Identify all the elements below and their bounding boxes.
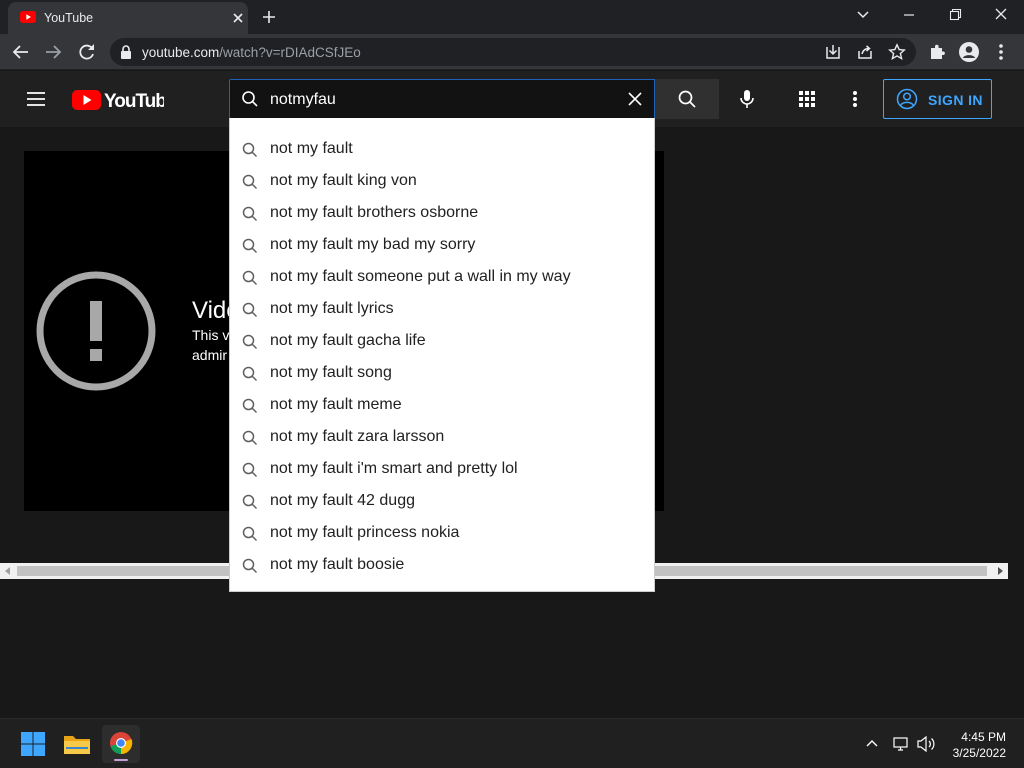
tab-title: YouTube bbox=[44, 11, 94, 25]
suggestion-text: not my fault lyrics bbox=[270, 300, 394, 317]
suggestion-text: not my fault i'm smart and pretty lol bbox=[270, 460, 518, 477]
suggestion-search-icon bbox=[242, 398, 258, 414]
suggestion-text: not my fault princess nokia bbox=[270, 524, 460, 541]
account-circle-icon bbox=[896, 88, 918, 110]
suggestion-search-icon bbox=[242, 302, 258, 318]
url-path: /watch?v=rDIAdCSfJEo bbox=[219, 45, 361, 60]
suggestion-text: not my fault bbox=[270, 140, 353, 157]
extensions-puzzle-icon[interactable] bbox=[926, 41, 948, 63]
youtube-logo[interactable]: YouTube bbox=[72, 89, 164, 111]
suggestion-item[interactable]: not my fault song bbox=[230, 358, 654, 390]
suggestion-text: not my fault someone put a wall in my wa… bbox=[270, 268, 571, 285]
chrome-icon[interactable] bbox=[102, 725, 140, 763]
settings-menu-icon[interactable] bbox=[844, 88, 866, 110]
suggestion-item[interactable]: not my fault brothers osborne bbox=[230, 198, 654, 230]
suggestion-item[interactable]: not my fault zara larsson bbox=[230, 422, 654, 454]
install-app-icon[interactable] bbox=[824, 43, 842, 61]
clear-search-icon[interactable] bbox=[626, 90, 644, 108]
search-button[interactable] bbox=[655, 79, 719, 119]
suggestion-search-icon bbox=[242, 526, 258, 542]
search-suggestions-dropdown: not my fault not my fault king von not my … bbox=[229, 118, 655, 592]
apps-grid-icon[interactable] bbox=[796, 88, 818, 110]
back-arrow-icon[interactable] bbox=[10, 41, 32, 63]
suggestion-search-icon bbox=[242, 430, 258, 446]
suggestion-item[interactable]: not my fault i'm smart and pretty lol bbox=[230, 454, 654, 486]
suggestion-item[interactable]: not my fault bbox=[230, 134, 654, 166]
file-explorer-icon[interactable] bbox=[60, 727, 94, 761]
suggestion-item[interactable]: not my fault someone put a wall in my wa… bbox=[230, 262, 654, 294]
new-tab-icon[interactable] bbox=[260, 8, 278, 26]
suggestion-text: not my fault 42 dugg bbox=[270, 492, 415, 509]
scroll-left-arrow-icon[interactable] bbox=[4, 567, 12, 575]
suggestion-item[interactable]: not my fault my bad my sorry bbox=[230, 230, 654, 262]
profile-avatar-icon[interactable] bbox=[958, 41, 980, 63]
suggestion-search-icon bbox=[242, 334, 258, 350]
minimize-icon[interactable] bbox=[898, 6, 920, 24]
suggestion-search-icon bbox=[242, 558, 258, 574]
browser-tab[interactable]: YouTube bbox=[8, 2, 248, 34]
suggestion-text: not my fault meme bbox=[270, 396, 402, 413]
lock-icon[interactable] bbox=[120, 45, 132, 59]
show-hidden-icons-chevron-icon[interactable] bbox=[864, 736, 880, 752]
player-error-message-line2: admir bbox=[192, 347, 228, 363]
address-bar[interactable]: youtube.com/watch?v=rDIAdCSfJEo bbox=[110, 38, 916, 66]
restore-icon[interactable] bbox=[944, 6, 966, 24]
suggestion-item[interactable]: not my fault lyrics bbox=[230, 294, 654, 326]
suggestion-search-icon bbox=[242, 238, 258, 254]
suggestion-search-icon bbox=[242, 206, 258, 222]
search-box[interactable] bbox=[229, 79, 655, 119]
search-input[interactable] bbox=[270, 89, 610, 111]
suggestion-search-icon bbox=[242, 462, 258, 478]
search-submit-icon bbox=[677, 89, 697, 109]
suggestion-search-icon bbox=[242, 174, 258, 190]
volume-icon[interactable] bbox=[916, 735, 936, 753]
suggestion-search-icon bbox=[242, 142, 258, 158]
suggestion-text: not my fault zara larsson bbox=[270, 428, 445, 445]
windows-taskbar: 4:45 PM 3/25/2022 bbox=[0, 718, 1024, 768]
chrome-menu-icon[interactable] bbox=[990, 41, 1012, 63]
url-host: youtube.com bbox=[142, 45, 220, 60]
sign-in-label: SIGN IN bbox=[928, 92, 983, 108]
tab-search-chevron-icon[interactable] bbox=[852, 6, 874, 24]
suggestion-item[interactable]: not my fault 42 dugg bbox=[230, 486, 654, 518]
player-error-message-line1: This v bbox=[192, 327, 230, 343]
suggestion-item[interactable]: not my fault king von bbox=[230, 166, 654, 198]
search-icon bbox=[241, 90, 259, 108]
clock-date[interactable]: 3/25/2022 bbox=[940, 746, 1006, 760]
bookmark-star-icon[interactable] bbox=[888, 43, 906, 61]
microphone-icon[interactable] bbox=[736, 88, 758, 110]
suggestion-text: not my fault gacha life bbox=[270, 332, 426, 349]
browser-toolbar: youtube.com/watch?v=rDIAdCSfJEo bbox=[0, 34, 1024, 70]
browser-title-bar: YouTube bbox=[0, 0, 1024, 34]
network-icon[interactable] bbox=[892, 735, 910, 753]
forward-arrow-icon[interactable] bbox=[42, 41, 64, 63]
url-text[interactable]: youtube.com/watch?v=rDIAdCSfJEo bbox=[142, 45, 361, 60]
suggestion-item[interactable]: not my fault gacha life bbox=[230, 326, 654, 358]
suggestion-item[interactable]: not my fault boosie bbox=[230, 550, 654, 582]
windows-start-icon[interactable] bbox=[16, 727, 50, 761]
youtube-logo-text: YouTube bbox=[104, 91, 164, 111]
scroll-right-arrow-icon[interactable] bbox=[996, 567, 1004, 575]
hamburger-menu-icon[interactable] bbox=[24, 87, 48, 111]
suggestion-search-icon bbox=[242, 270, 258, 286]
suggestion-text: not my fault king von bbox=[270, 172, 417, 189]
suggestion-search-icon bbox=[242, 366, 258, 382]
suggestion-search-icon bbox=[242, 494, 258, 510]
suggestion-text: not my fault boosie bbox=[270, 556, 405, 573]
suggestion-text: not my fault brothers osborne bbox=[270, 204, 479, 221]
tab-close-icon[interactable] bbox=[230, 10, 246, 26]
suggestion-item[interactable]: not my fault meme bbox=[230, 390, 654, 422]
youtube-favicon-icon bbox=[20, 11, 36, 23]
suggestion-text: not my fault my bad my sorry bbox=[270, 236, 476, 253]
share-icon[interactable] bbox=[856, 43, 874, 61]
suggestion-item[interactable]: not my fault princess nokia bbox=[230, 518, 654, 550]
reload-icon[interactable] bbox=[76, 41, 98, 63]
sign-in-button[interactable]: SIGN IN bbox=[883, 79, 992, 119]
error-exclamation-icon bbox=[36, 271, 156, 391]
clock-time[interactable]: 4:45 PM bbox=[946, 730, 1006, 744]
suggestion-text: not my fault song bbox=[270, 364, 392, 381]
close-window-icon[interactable] bbox=[990, 6, 1012, 24]
